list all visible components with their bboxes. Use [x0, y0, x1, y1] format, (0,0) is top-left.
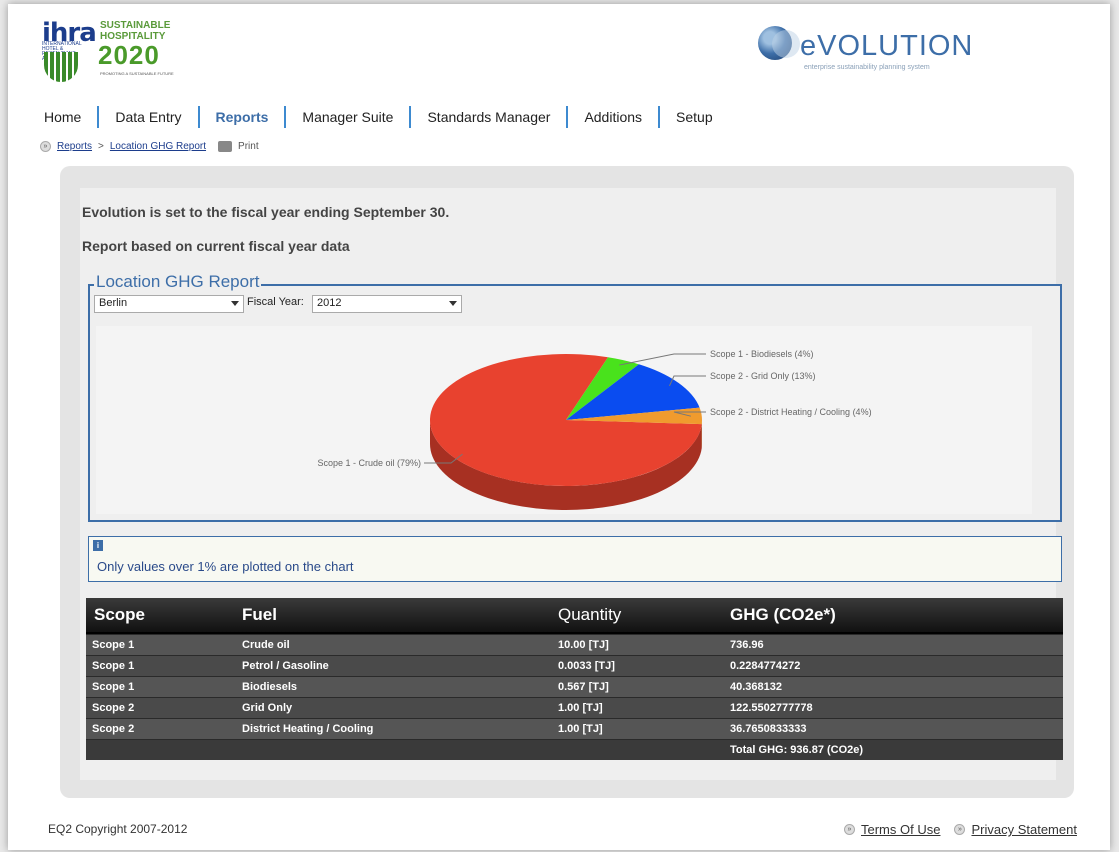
ghg-table: Scope Fuel Quantity GHG (CO2e*) Scope 1 … [86, 598, 1063, 760]
pie-slice-label: Scope 2 - Grid Only (13%) [710, 371, 816, 381]
report-basis-notice: Report based on current fiscal year data [82, 238, 350, 254]
info-box: i Only values over 1% are plotted on the… [88, 536, 1062, 582]
privacy-statement-link[interactable]: Privacy Statement [971, 822, 1077, 837]
cell-fuel: Petrol / Gasoline [242, 660, 329, 672]
evolution-logo: eVOLUTION enterprise sustainability plan… [758, 26, 972, 86]
cell-quantity: 10.00 [TJ] [558, 639, 609, 651]
table-row: Scope 1 Petrol / Gasoline 0.0033 [TJ] 0.… [86, 655, 1063, 676]
sustainable-hospitality-year: 2020 [98, 40, 160, 70]
table-total-row: Total GHG: 936.87 (CO2e) [86, 739, 1063, 760]
cell-quantity: 1.00 [TJ] [558, 723, 603, 735]
terms-of-use-link[interactable]: Terms Of Use [861, 822, 940, 837]
pie-slice-label: Scope 2 - District Heating / Cooling (4%… [710, 407, 872, 417]
pie-chart: Scope 1 - Crude oil (79%) Scope 1 - Biodi… [317, 349, 872, 510]
breadcrumb: » Reports > Location GHG Report Print [40, 141, 259, 152]
cell-scope: Scope 1 [92, 639, 135, 651]
print-link[interactable]: Print [238, 141, 259, 152]
header-scope: Scope [94, 605, 146, 624]
ihra-sustainable-hospitality-logo: ihra INTERNATIONAL HOTEL & RESTAURANT AS… [42, 18, 182, 84]
nav-additions[interactable]: Additions [566, 106, 658, 128]
cell-fuel: District Heating / Cooling [242, 723, 374, 735]
breadcrumb-separator: > [98, 141, 104, 152]
nav-data-entry[interactable]: Data Entry [97, 106, 197, 128]
table-row: Scope 2 Grid Only 1.00 [TJ] 122.55027777… [86, 697, 1063, 718]
cell-quantity: 1.00 [TJ] [558, 702, 603, 714]
footer-links: » Terms Of Use » Privacy Statement [836, 822, 1077, 837]
breadcrumb-reports-link[interactable]: Reports [57, 141, 92, 152]
fiscal-year-select-value: 2012 [317, 297, 342, 309]
cell-quantity: 0.0033 [TJ] [558, 660, 615, 672]
dropdown-arrow-icon [449, 301, 457, 306]
table-row: Scope 1 Crude oil 10.00 [TJ] 736.96 [86, 634, 1063, 655]
nav-standards-manager[interactable]: Standards Manager [409, 106, 566, 128]
cell-fuel: Grid Only [242, 702, 293, 714]
table-header: Scope Fuel Quantity GHG (CO2e*) [86, 598, 1063, 634]
evolution-logo-tagline: enterprise sustainability planning syste… [804, 64, 930, 71]
dropdown-arrow-icon [231, 301, 239, 306]
cell-fuel: Crude oil [242, 639, 290, 651]
info-text: Only values over 1% are plotted on the c… [97, 559, 354, 574]
location-select[interactable]: Berlin [94, 295, 244, 313]
report-legend-title: Location GHG Report [94, 272, 262, 292]
double-chevron-right-icon: » [40, 141, 51, 152]
pie-slice-label: Scope 1 - Crude oil (79%) [317, 458, 421, 468]
fiscal-year-select[interactable]: 2012 [312, 295, 462, 313]
nav-home[interactable]: Home [44, 106, 97, 128]
printer-icon[interactable] [218, 141, 233, 152]
total-ghg: Total GHG: 936.87 (CO2e) [730, 744, 864, 756]
pie-slice-label: Scope 1 - Biodiesels (4%) [710, 349, 814, 359]
table-row: Scope 2 District Heating / Cooling 1.00 … [86, 718, 1063, 739]
header-ghg: GHG (CO2e*) [730, 605, 836, 624]
copyright: EQ2 Copyright 2007-2012 [48, 822, 188, 836]
fiscal-year-notice: Evolution is set to the fiscal year endi… [82, 204, 450, 220]
cell-ghg: 0.2284774272 [730, 660, 801, 672]
info-icon: i [93, 540, 103, 551]
cell-scope: Scope 1 [92, 681, 135, 693]
nav-manager-suite[interactable]: Manager Suite [284, 106, 409, 128]
globe-icon [44, 52, 78, 82]
cell-fuel: Biodiesels [242, 681, 298, 693]
cell-ghg: 122.5502777778 [730, 702, 813, 714]
evolution-logo-text: eVOLUTION [800, 30, 974, 62]
location-select-value: Berlin [99, 297, 128, 309]
double-chevron-right-icon: » [844, 824, 855, 835]
cell-ghg: 36.7650833333 [730, 723, 807, 735]
cell-scope: Scope 2 [92, 702, 135, 714]
cell-scope: Scope 1 [92, 660, 135, 672]
sustainable-hospitality-tagline: PROMOTING A SUSTAINABLE FUTURE [100, 71, 174, 76]
breadcrumb-current-link[interactable]: Location GHG Report [110, 141, 206, 152]
sustainable-hospitality-text: SUSTAINABLE HOSPITALITY [100, 20, 171, 42]
evolution-orb-overlay [772, 30, 800, 58]
table-row: Scope 1 Biodiesels 0.567 [TJ] 40.368132 [86, 676, 1063, 697]
cell-ghg: 40.368132 [730, 681, 782, 693]
cell-scope: Scope 2 [92, 723, 135, 735]
double-chevron-right-icon: » [954, 824, 966, 835]
pie-chart-area: Scope 1 - Crude oil (79%) Scope 1 - Biodi… [96, 326, 1032, 514]
nav-reports[interactable]: Reports [197, 106, 285, 128]
header-fuel: Fuel [242, 605, 277, 624]
nav-setup[interactable]: Setup [658, 106, 729, 128]
cell-ghg: 736.96 [730, 639, 764, 651]
main-nav: Home Data Entry Reports Manager Suite St… [44, 104, 729, 130]
fiscal-year-label: Fiscal Year: [247, 296, 304, 308]
header-quantity: Quantity [558, 605, 622, 624]
cell-quantity: 0.567 [TJ] [558, 681, 609, 693]
